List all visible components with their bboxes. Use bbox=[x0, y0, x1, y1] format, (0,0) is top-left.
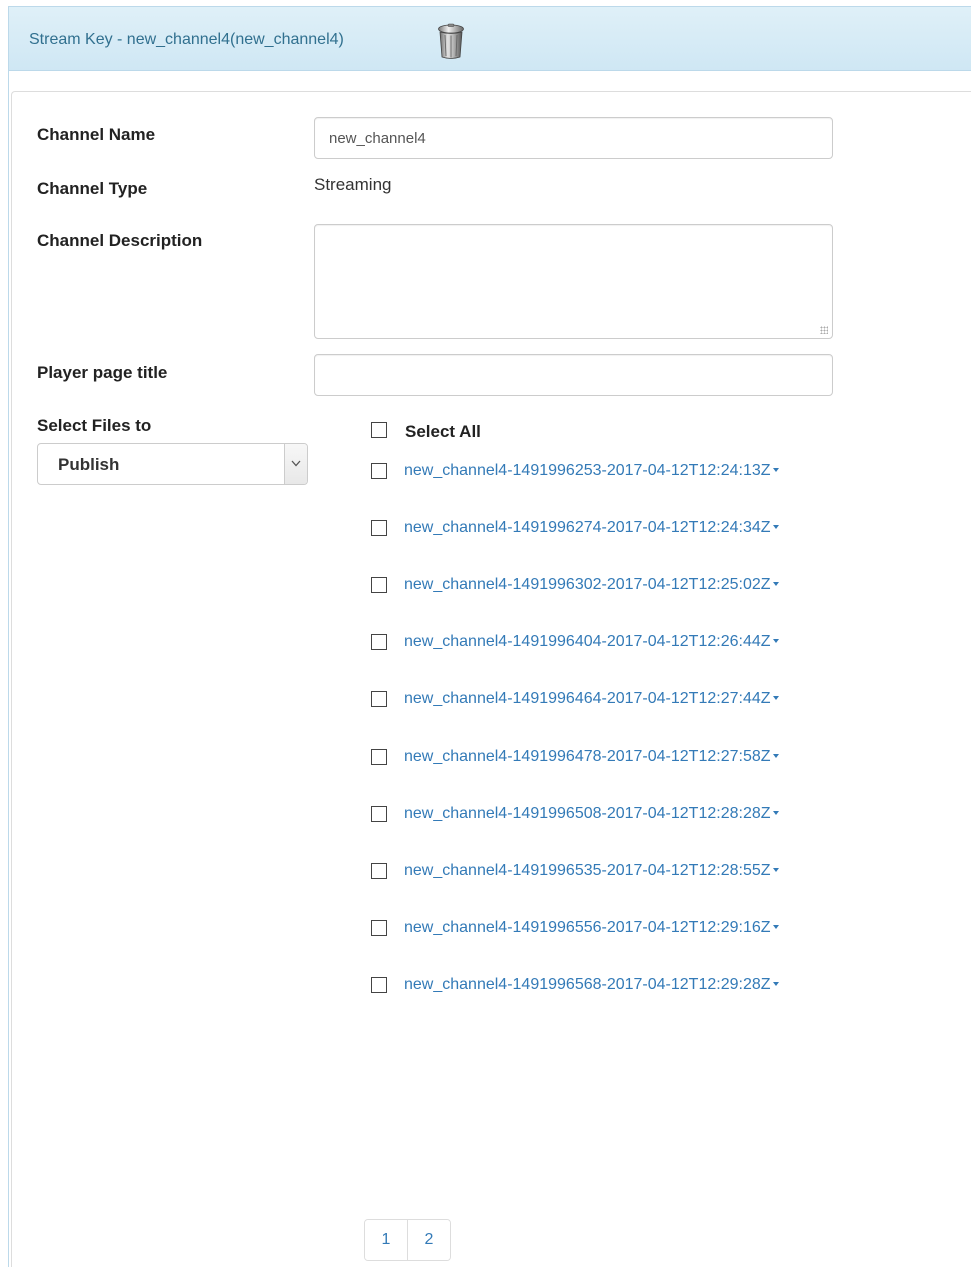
trash-icon[interactable] bbox=[437, 23, 465, 61]
select-all-checkbox[interactable] bbox=[371, 422, 387, 438]
list-item: new_channel4-1491996508-2017-04-12T12:28… bbox=[370, 805, 890, 827]
file-checkbox[interactable] bbox=[371, 520, 387, 536]
list-item: new_channel4-1491996302-2017-04-12T12:25… bbox=[370, 576, 890, 598]
file-name: new_channel4-1491996404-2017-04-12T12:26… bbox=[404, 633, 771, 650]
file-name: new_channel4-1491996253-2017-04-12T12:24… bbox=[404, 462, 771, 479]
file-checkbox[interactable] bbox=[371, 863, 387, 879]
select-value: Publish bbox=[58, 455, 120, 474]
file-link[interactable]: new_channel4-1491996464-2017-04-12T12:27… bbox=[404, 690, 779, 708]
list-item: new_channel4-1491996464-2017-04-12T12:27… bbox=[370, 690, 890, 712]
file-checkbox[interactable] bbox=[371, 749, 387, 765]
list-item: new_channel4-1491996568-2017-04-12T12:29… bbox=[370, 976, 890, 998]
file-name: new_channel4-1491996464-2017-04-12T12:27… bbox=[404, 690, 771, 707]
file-link[interactable]: new_channel4-1491996302-2017-04-12T12:25… bbox=[404, 576, 779, 594]
file-link[interactable]: new_channel4-1491996508-2017-04-12T12:28… bbox=[404, 805, 779, 823]
caret-down-icon[interactable] bbox=[772, 638, 779, 643]
channel-type-value: Streaming bbox=[314, 175, 392, 194]
file-name: new_channel4-1491996478-2017-04-12T12:27… bbox=[404, 748, 771, 765]
file-link[interactable]: new_channel4-1491996568-2017-04-12T12:29… bbox=[404, 976, 779, 994]
file-checkbox[interactable] bbox=[371, 577, 387, 593]
caret-down-icon[interactable] bbox=[772, 581, 779, 586]
file-name: new_channel4-1491996508-2017-04-12T12:28… bbox=[404, 805, 771, 822]
list-item: new_channel4-1491996535-2017-04-12T12:28… bbox=[370, 862, 890, 884]
caret-down-icon[interactable] bbox=[772, 810, 779, 815]
file-link[interactable]: new_channel4-1491996404-2017-04-12T12:26… bbox=[404, 633, 779, 651]
caret-down-icon[interactable] bbox=[772, 981, 779, 986]
channel-description-label: Channel Description bbox=[37, 231, 203, 250]
player-page-title-input[interactable] bbox=[314, 354, 833, 396]
file-link[interactable]: new_channel4-1491996253-2017-04-12T12:24… bbox=[404, 462, 779, 480]
list-item: new_channel4-1491996556-2017-04-12T12:29… bbox=[370, 919, 890, 941]
file-name: new_channel4-1491996535-2017-04-12T12:28… bbox=[404, 862, 771, 879]
caret-down-icon[interactable] bbox=[772, 867, 779, 872]
file-checkbox[interactable] bbox=[371, 634, 387, 650]
list-item: new_channel4-1491996274-2017-04-12T12:24… bbox=[370, 519, 890, 541]
pagination: 1 2 bbox=[364, 1219, 451, 1261]
channel-type-label: Channel Type bbox=[37, 179, 148, 198]
file-name: new_channel4-1491996274-2017-04-12T12:24… bbox=[404, 519, 771, 536]
caret-down-icon[interactable] bbox=[772, 467, 779, 472]
channel-name-input[interactable] bbox=[314, 117, 833, 159]
file-link[interactable]: new_channel4-1491996274-2017-04-12T12:24… bbox=[404, 519, 779, 537]
file-checkbox[interactable] bbox=[371, 920, 387, 936]
panel-title: Stream Key - new_channel4(new_channel4) bbox=[29, 31, 344, 48]
file-link[interactable]: new_channel4-1491996478-2017-04-12T12:27… bbox=[404, 748, 779, 766]
chevron-down-icon[interactable] bbox=[284, 444, 307, 484]
file-name: new_channel4-1491996556-2017-04-12T12:29… bbox=[404, 919, 771, 936]
caret-down-icon[interactable] bbox=[772, 753, 779, 758]
file-name: new_channel4-1491996302-2017-04-12T12:25… bbox=[404, 576, 771, 593]
caret-down-icon[interactable] bbox=[772, 524, 779, 529]
channel-description-textarea[interactable] bbox=[314, 224, 833, 339]
page-2-button[interactable]: 2 bbox=[407, 1220, 450, 1260]
file-name: new_channel4-1491996568-2017-04-12T12:29… bbox=[404, 976, 771, 993]
list-item: new_channel4-1491996478-2017-04-12T12:27… bbox=[370, 748, 890, 770]
list-item: new_channel4-1491996253-2017-04-12T12:24… bbox=[370, 462, 890, 484]
file-link[interactable]: new_channel4-1491996535-2017-04-12T12:28… bbox=[404, 862, 779, 880]
channel-name-label: Channel Name bbox=[37, 125, 156, 144]
file-checkbox[interactable] bbox=[371, 977, 387, 993]
file-link[interactable]: new_channel4-1491996556-2017-04-12T12:29… bbox=[404, 919, 779, 937]
list-item: new_channel4-1491996404-2017-04-12T12:26… bbox=[370, 633, 890, 655]
file-checkbox[interactable] bbox=[371, 691, 387, 707]
file-checkbox[interactable] bbox=[371, 806, 387, 822]
publish-action-select[interactable]: Publish bbox=[37, 443, 308, 485]
player-page-title-label: Player page title bbox=[37, 363, 168, 382]
file-checkbox[interactable] bbox=[371, 463, 387, 479]
panel-header: Stream Key - new_channel4(new_channel4) bbox=[9, 7, 971, 71]
page-1-button[interactable]: 1 bbox=[365, 1220, 407, 1260]
caret-down-icon[interactable] bbox=[772, 695, 779, 700]
caret-down-icon[interactable] bbox=[772, 924, 779, 929]
select-all-label[interactable]: Select All bbox=[405, 422, 481, 442]
select-files-label: Select Files to bbox=[37, 416, 152, 435]
